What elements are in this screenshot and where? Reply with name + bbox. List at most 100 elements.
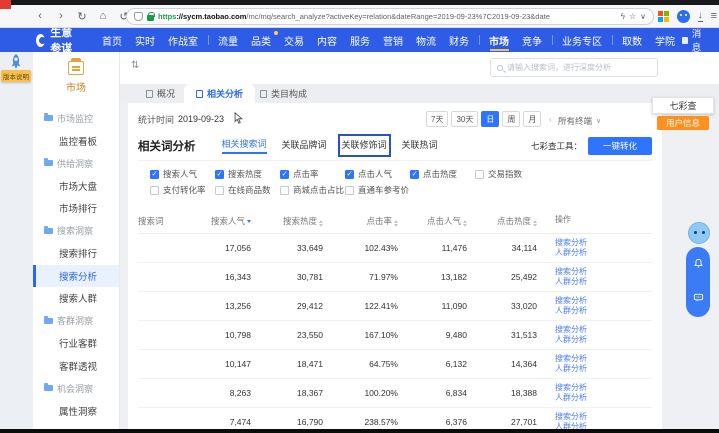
sidebar-group-crowd-insight[interactable]: 客群洞察 bbox=[33, 310, 119, 333]
user-info-badge[interactable]: 用户信息 bbox=[657, 116, 709, 130]
crowd-analysis-link[interactable]: 人群分析 bbox=[555, 393, 652, 404]
nav-item-academy[interactable]: 学院 bbox=[649, 28, 682, 52]
crowd-analysis-link[interactable]: 人群分析 bbox=[555, 335, 652, 346]
reload-icon[interactable]: ↻ bbox=[76, 10, 88, 23]
sidebar-group-supply-insight[interactable]: 供给洞察 bbox=[33, 152, 119, 175]
search-analysis-link[interactable]: 搜索分析 bbox=[555, 238, 652, 249]
crowd-analysis-link[interactable]: 人群分析 bbox=[555, 306, 652, 317]
nav-item-warroom[interactable]: 作战室 bbox=[162, 28, 205, 52]
search-analysis-link[interactable]: 搜索分析 bbox=[555, 296, 652, 307]
mascot-icon[interactable] bbox=[688, 222, 710, 244]
sidebar-group-search-insight[interactable]: 搜索洞察 bbox=[33, 220, 119, 243]
nav-item-traffic[interactable]: 流量 bbox=[212, 28, 245, 52]
nav-item-data[interactable]: 取数 bbox=[616, 28, 649, 52]
crowd-analysis-link[interactable]: 人群分析 bbox=[555, 277, 652, 288]
tab-overview[interactable]: 概况 bbox=[134, 84, 187, 103]
search-input[interactable] bbox=[507, 63, 651, 72]
range-week-button[interactable]: 周 bbox=[502, 111, 520, 127]
filter-click-heat[interactable]: 点击热度 bbox=[410, 168, 475, 180]
range-month-button[interactable]: 月 bbox=[523, 111, 541, 127]
subtab-related-search-words[interactable]: 相关搜索词 bbox=[222, 137, 267, 154]
nav-item-realtime[interactable]: 实时 bbox=[129, 28, 162, 52]
lightning-icon[interactable]: ϟ bbox=[621, 12, 625, 21]
sidebar-item-industry-crowd[interactable]: 行业客群 bbox=[33, 332, 119, 355]
chevron-down-icon[interactable]: ∨ bbox=[640, 12, 646, 21]
prev-date-icon[interactable]: ‹ bbox=[544, 114, 556, 124]
subtab-hot-words[interactable]: 关联热词 bbox=[402, 138, 438, 153]
nav-item-market[interactable]: 市场 bbox=[483, 28, 516, 52]
sidebar-item-search-crowd[interactable]: 搜索人群 bbox=[33, 287, 119, 310]
one-click-convert-button[interactable]: 一键转化 bbox=[588, 137, 652, 155]
crowd-analysis-link[interactable]: 人群分析 bbox=[555, 248, 652, 259]
nav-item-home[interactable]: 首页 bbox=[96, 28, 129, 52]
tab-related-analysis[interactable]: 相关分析 bbox=[184, 84, 255, 103]
keyword-search-box[interactable] bbox=[490, 58, 658, 77]
col-search-heat[interactable]: 搜索热度 bbox=[251, 215, 323, 227]
sidebar-item-market-overview[interactable]: 市场大盘 bbox=[33, 175, 119, 198]
nav-item-service[interactable]: 服务 bbox=[344, 28, 377, 52]
range-7d-button[interactable]: 7天 bbox=[426, 111, 448, 127]
search-analysis-link[interactable]: 搜索分析 bbox=[555, 325, 652, 336]
nav-item-category[interactable]: 品类 bbox=[245, 28, 278, 52]
search-analysis-link[interactable]: 搜索分析 bbox=[555, 354, 652, 365]
filter-pay-conversion[interactable]: 支付转化率 bbox=[150, 184, 215, 196]
sidebar-item-search-ranking[interactable]: 搜索排行 bbox=[33, 242, 119, 265]
terminal-dropdown[interactable]: 所有终端 ∨ bbox=[558, 115, 601, 127]
filter-trade-index[interactable]: 交易指数 bbox=[475, 168, 522, 180]
extension-bot-icon[interactable] bbox=[677, 10, 690, 23]
nav-item-finance[interactable]: 财务 bbox=[443, 28, 476, 52]
filter-ztc-price[interactable]: 直通车参考价 bbox=[345, 184, 409, 196]
chat-icon[interactable] bbox=[693, 290, 704, 308]
forward-icon[interactable]: › bbox=[55, 10, 67, 22]
filter-search-popularity[interactable]: 搜索人气 bbox=[150, 168, 215, 180]
range-30d-button[interactable]: 30天 bbox=[451, 111, 478, 127]
stat-date[interactable]: 2019-09-23 bbox=[178, 114, 224, 124]
crowd-analysis-link[interactable]: 人群分析 bbox=[555, 422, 652, 429]
download-icon[interactable]: ↓ bbox=[698, 11, 703, 22]
nav-user-messages[interactable]: 消息 bbox=[682, 26, 706, 54]
range-day-button[interactable]: 日 bbox=[481, 111, 499, 127]
nav-item-competition[interactable]: 竞争 bbox=[516, 28, 549, 52]
tab-category-composition[interactable]: 类目构成 bbox=[248, 84, 319, 103]
address-bar[interactable]: https://sycm.taobao.com/mc/mq/search_ana… bbox=[126, 8, 654, 25]
home-icon[interactable]: ⌂ bbox=[97, 10, 109, 22]
col-click-popularity[interactable]: 点击人气 bbox=[398, 215, 467, 227]
nav-item-trade[interactable]: 交易 bbox=[278, 28, 311, 52]
bell-icon[interactable] bbox=[693, 256, 704, 274]
subtab-modifier-words[interactable]: 关联修饰词 bbox=[342, 138, 387, 153]
col-search-popularity[interactable]: 搜索人气 bbox=[196, 215, 251, 227]
version-badge[interactable]: 版本说明 bbox=[1, 70, 31, 82]
app-logo[interactable]: 生意参谋 bbox=[36, 24, 82, 56]
sidebar-group-market-monitor[interactable]: 市场监控 bbox=[33, 107, 119, 130]
nav-item-marketing[interactable]: 营销 bbox=[377, 28, 410, 52]
nav-item-bizzone[interactable]: 业务专区 bbox=[556, 28, 609, 52]
sidebar-item-market-ranking[interactable]: 市场排行 bbox=[33, 197, 119, 220]
collapse-icon[interactable]: ⇅ bbox=[131, 60, 139, 72]
search-analysis-link[interactable]: 搜索分析 bbox=[555, 383, 652, 394]
filter-online-items[interactable]: 在线商品数 bbox=[215, 184, 280, 196]
filter-click-rate[interactable]: 点击率 bbox=[280, 168, 345, 180]
sidebar-item-monitor-board[interactable]: 监控看板 bbox=[33, 130, 119, 153]
sidebar-item-search-analysis[interactable]: 搜索分析 bbox=[33, 265, 119, 288]
shield-icon[interactable] bbox=[134, 12, 143, 21]
subtab-brand-words[interactable]: 关联品牌词 bbox=[282, 138, 327, 153]
nav-item-logistics[interactable]: 物流 bbox=[410, 28, 443, 52]
filter-click-popularity[interactable]: 点击人气 bbox=[345, 168, 410, 180]
nav-item-content[interactable]: 内容 bbox=[311, 28, 344, 52]
menu-icon[interactable]: ≡ bbox=[711, 10, 717, 22]
sidebar-group-opportunity-insight[interactable]: 机会洞察 bbox=[33, 377, 119, 400]
sidebar-item-crowd-perspective[interactable]: 客群透视 bbox=[33, 355, 119, 378]
col-click-heat[interactable]: 点击热度 bbox=[467, 215, 537, 227]
filter-search-heat[interactable]: 搜索热度 bbox=[215, 168, 280, 180]
crowd-analysis-link[interactable]: 人群分析 bbox=[555, 364, 652, 375]
filter-mall-click-share[interactable]: 商城点击占比 bbox=[280, 184, 345, 196]
qicai-panel-button[interactable]: 七彩查 bbox=[652, 97, 714, 114]
search-analysis-link[interactable]: 搜索分析 bbox=[555, 267, 652, 278]
extensions-grid-icon[interactable] bbox=[658, 11, 669, 22]
back-icon[interactable]: ‹ bbox=[34, 10, 46, 22]
url-text[interactable]: https://sycm.taobao.com/mc/mq/search_ana… bbox=[158, 12, 617, 21]
star-icon[interactable]: ☆ bbox=[629, 12, 636, 21]
col-click-rate[interactable]: 点击率 bbox=[323, 215, 398, 227]
sidebar-item-attribute-insight[interactable]: 属性洞察 bbox=[33, 400, 119, 423]
search-analysis-link[interactable]: 搜索分析 bbox=[555, 412, 652, 423]
